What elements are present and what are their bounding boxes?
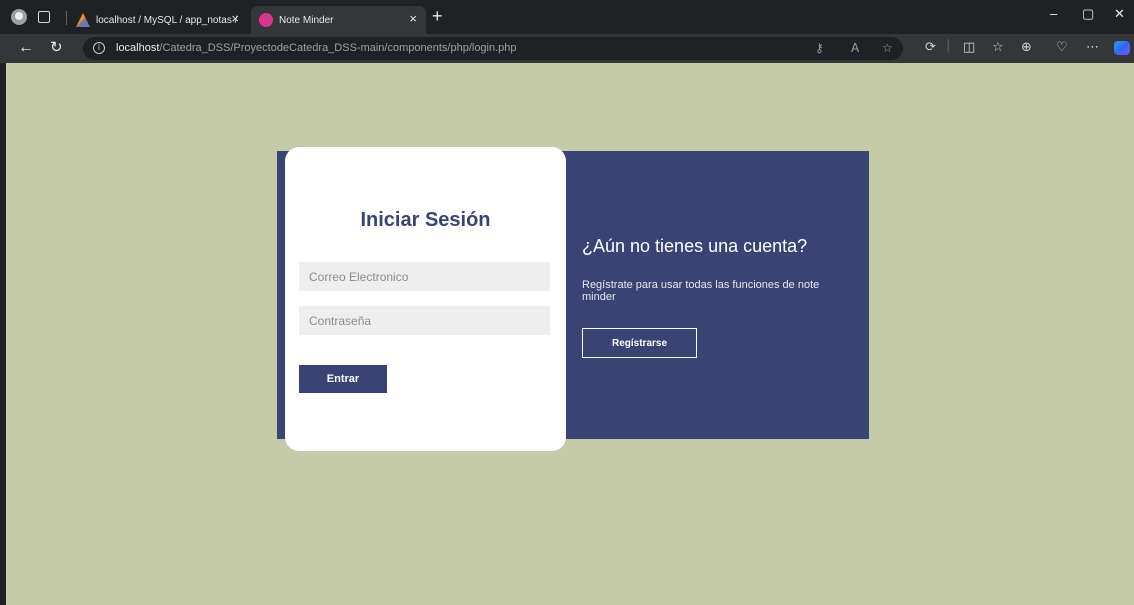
note-minder-favicon-icon (259, 13, 273, 27)
page-border (0, 63, 6, 605)
signup-description: Regístrate para usar todas las funciones… (582, 279, 820, 303)
minimize-icon[interactable]: – (1050, 6, 1057, 21)
favorites-icon[interactable]: ☆ (992, 41, 1004, 55)
favorite-star-icon[interactable]: ☆ (882, 41, 893, 55)
copilot-icon[interactable] (1114, 41, 1130, 55)
key-icon[interactable]: ⚷ (815, 41, 824, 55)
login-title: Iniciar Sesión (360, 209, 491, 231)
new-tab-icon[interactable]: + (432, 6, 443, 26)
tab-title: localhost / MySQL / app_notas / (96, 14, 238, 26)
phpmyadmin-favicon-icon (76, 13, 90, 27)
more-options-icon[interactable]: ⋯ (1086, 41, 1099, 55)
tab-note-minder[interactable]: Note Minder × (251, 6, 426, 34)
address-bar[interactable]: i localhost/Catedra_DSS/ProyectodeCatedr… (83, 37, 903, 60)
browser-toolbar: ← ↻ i localhost/Catedra_DSS/ProyectodeCa… (0, 34, 1134, 63)
signup-heading: ¿Aún no tienes una cuenta? (582, 236, 808, 256)
login-button[interactable]: Entrar (299, 365, 387, 393)
split-screen-icon[interactable]: ◫ (963, 41, 975, 55)
collections-icon[interactable]: ⊕ (1021, 41, 1032, 55)
url-text[interactable]: localhost/Catedra_DSS/ProyectodeCatedra_… (116, 42, 517, 54)
password-input[interactable] (299, 306, 550, 335)
tab-phpmyadmin[interactable]: localhost / MySQL / app_notas / × (68, 6, 248, 34)
browser-essentials-icon[interactable]: ♡ (1056, 41, 1068, 55)
profile-avatar-icon[interactable] (11, 9, 27, 25)
register-button[interactable]: Regístrarse (582, 328, 697, 358)
login-card: Iniciar Sesión Entrar (285, 147, 566, 451)
refresh-icon[interactable]: ↻ (50, 39, 63, 57)
close-icon[interactable]: × (231, 12, 239, 26)
close-icon[interactable]: × (409, 12, 417, 26)
toolbar-divider: | (946, 38, 951, 53)
info-icon[interactable]: i (93, 42, 105, 54)
workspaces-icon[interactable] (38, 11, 50, 23)
browser-titlebar: localhost / MySQL / app_notas / × Note M… (0, 0, 1134, 34)
tab-title: Note Minder (279, 14, 334, 26)
tab-separator (66, 11, 67, 25)
read-aloud-icon[interactable]: A (851, 41, 859, 55)
extensions-icon[interactable]: ⟳ (925, 41, 936, 55)
email-input[interactable] (299, 262, 550, 291)
restore-icon[interactable]: ▢ (1082, 6, 1094, 22)
back-arrow-icon[interactable]: ← (18, 39, 34, 57)
window-close-icon[interactable]: ✕ (1114, 6, 1125, 22)
